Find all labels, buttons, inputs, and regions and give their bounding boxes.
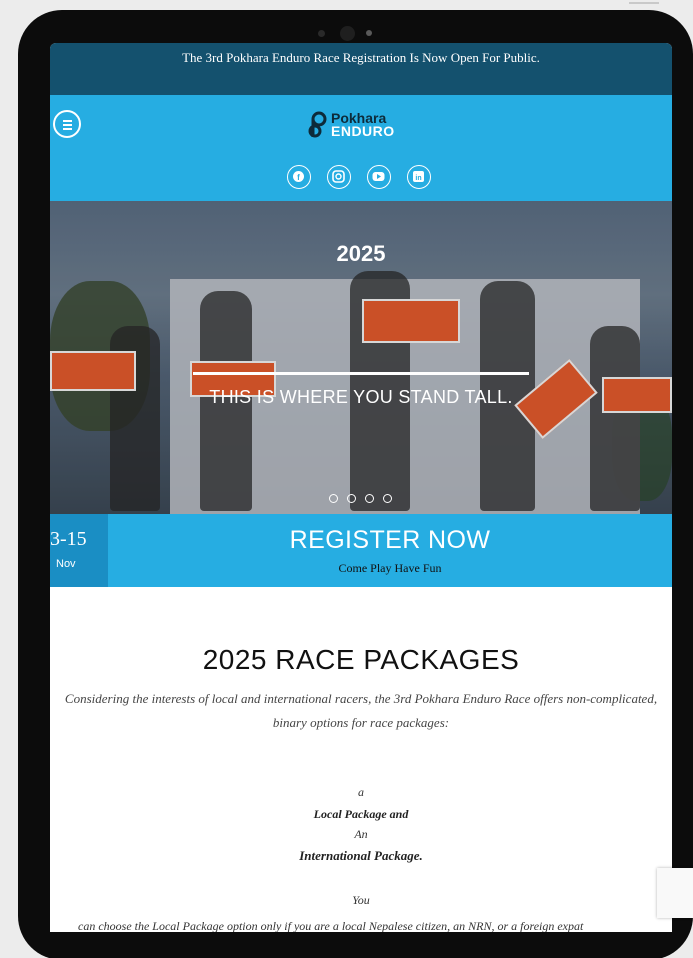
register-banner[interactable]: 3-15 Nov REGISTER NOW Come Play Have Fun <box>50 514 672 587</box>
announcement-bar: The 3rd Pokhara Enduro Race Registration… <box>50 43 672 95</box>
logo-text-bottom: ENDURO <box>331 123 395 139</box>
slider-dot[interactable] <box>365 494 374 503</box>
international-package-label: International Package. <box>299 848 423 863</box>
packages-text-you: You <box>352 893 370 907</box>
hero-tagline: THIS IS WHERE YOU STAND TALL. <box>209 387 513 407</box>
packages-intro: Considering the interests of local and i… <box>64 691 658 730</box>
event-date-box: 3-15 Nov <box>50 514 108 587</box>
social-links: f in <box>287 165 437 189</box>
instagram-icon[interactable] <box>327 165 351 189</box>
packages-title: 2025 RACE PACKAGES <box>202 644 520 675</box>
hero-slider[interactable]: 2025 THIS IS WHERE YOU STAND TALL. <box>50 201 672 514</box>
slider-dot[interactable] <box>383 494 392 503</box>
youtube-icon[interactable] <box>367 165 391 189</box>
svg-text:f: f <box>297 173 300 182</box>
site-logo[interactable]: Pokhara ENDURO <box>308 109 418 141</box>
tablet-screen: The 3rd Pokhara Enduro Race Registration… <box>50 43 672 932</box>
register-subtitle: Come Play Have Fun <box>338 561 442 575</box>
event-month: Nov <box>56 558 76 570</box>
top-divider <box>629 2 659 4</box>
race-packages-section: 2025 RACE PACKAGES Considering the inter… <box>50 587 672 932</box>
slider-dot[interactable] <box>329 494 338 503</box>
facebook-icon[interactable]: f <box>287 165 311 189</box>
hero-year: 2025 <box>336 241 386 266</box>
local-package-condition: can choose the Local Package option only… <box>78 919 584 932</box>
packages-text-an: An <box>354 827 368 841</box>
logo-mark-icon <box>308 111 327 138</box>
event-date-range: 3-15 <box>50 528 87 550</box>
site-header: Pokhara ENDURO f in <box>50 95 672 201</box>
camera-sensors <box>318 26 378 41</box>
recaptcha-badge[interactable] <box>657 868 693 918</box>
slider-dot[interactable] <box>347 494 356 503</box>
linkedin-icon[interactable]: in <box>407 165 431 189</box>
hamburger-menu-icon[interactable] <box>53 110 81 138</box>
svg-text:in: in <box>415 175 421 182</box>
register-now-button[interactable]: REGISTER NOW <box>108 526 672 555</box>
local-package-label: Local Package and <box>313 807 409 821</box>
slider-dots <box>329 494 393 504</box>
packages-text-a: a <box>358 785 364 799</box>
announcement-text: The 3rd Pokhara Enduro Race Registration… <box>182 50 540 65</box>
hero-divider-line <box>193 372 529 375</box>
